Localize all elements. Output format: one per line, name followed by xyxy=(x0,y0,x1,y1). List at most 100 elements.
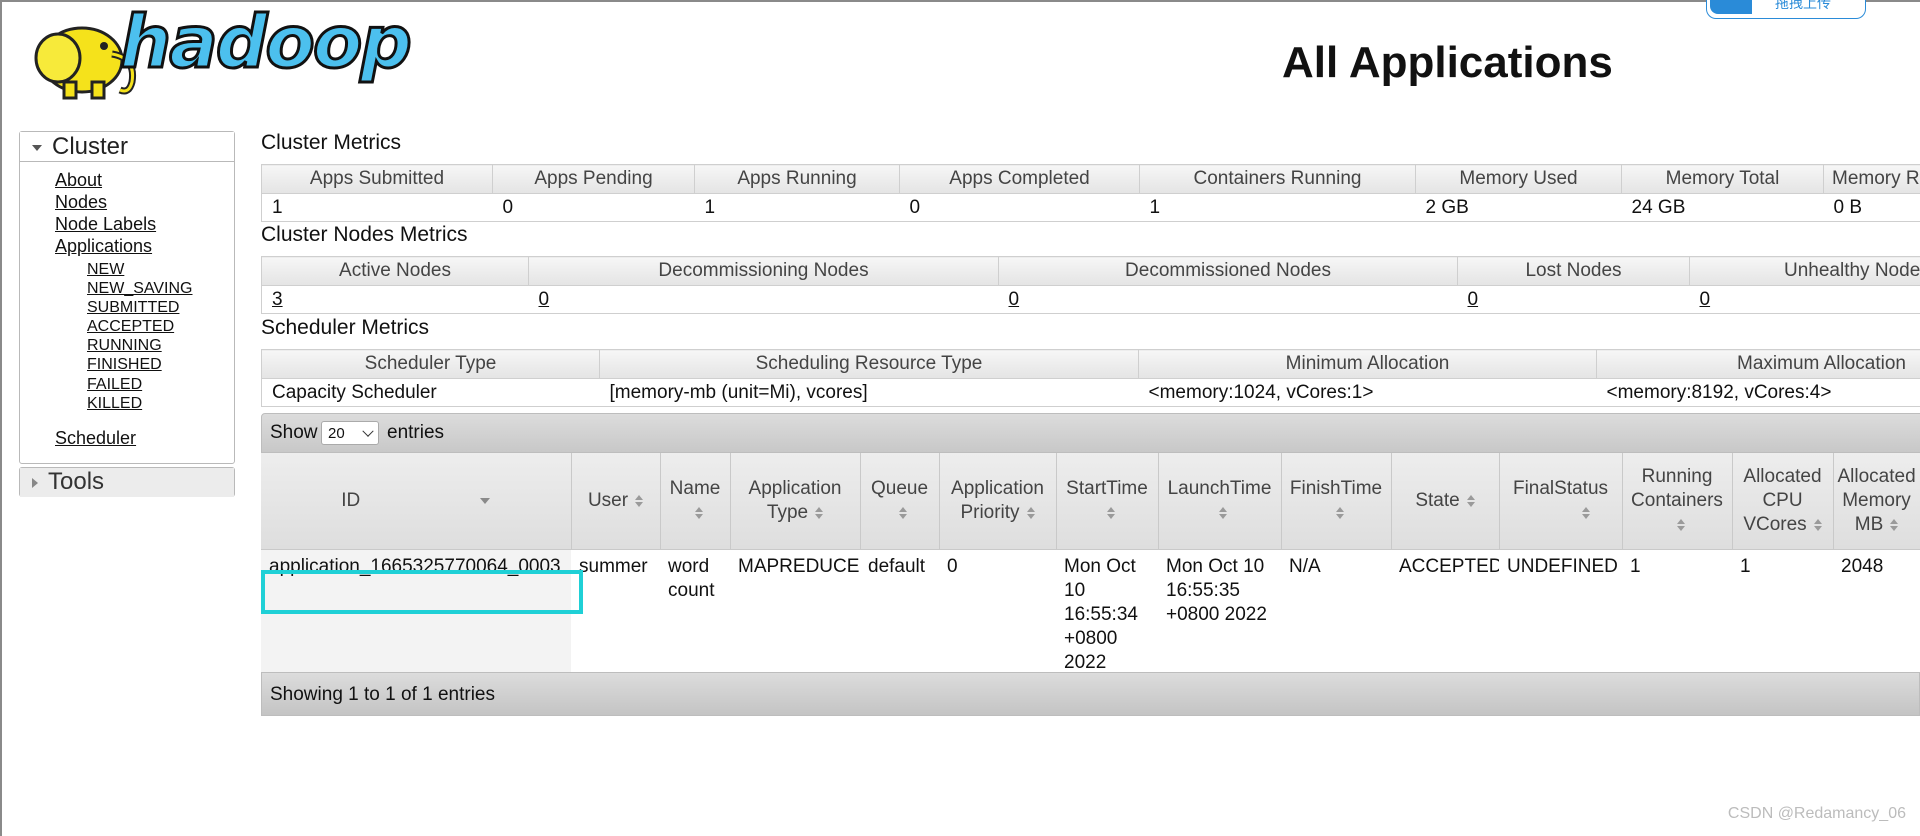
decommissioned-nodes-link[interactable]: 0 xyxy=(1009,289,1020,310)
column-header-name[interactable]: Name xyxy=(660,453,731,550)
column-header-state[interactable]: State xyxy=(1391,453,1500,550)
column-header[interactable]: Memory Total xyxy=(1621,164,1824,194)
column-header[interactable]: Scheduling Resource Type xyxy=(599,349,1139,379)
nav-link-state-new[interactable]: NEW xyxy=(87,261,124,279)
entries-label: entries xyxy=(387,422,445,443)
apps-submitted-value: 1 xyxy=(261,193,493,222)
user-cell: summer xyxy=(579,556,648,577)
column-header-queue[interactable]: Queue xyxy=(860,453,940,550)
active-nodes-cell: 3 xyxy=(261,285,529,314)
column-header-launch-time[interactable]: LaunchTime xyxy=(1158,453,1282,550)
unhealthy-nodes-cell: 0 xyxy=(1689,285,1920,314)
column-header-finish-time[interactable]: FinishTime xyxy=(1281,453,1392,550)
column-header[interactable]: Scheduler Type xyxy=(261,349,600,379)
application-type-cell: MAPREDUCE xyxy=(738,556,860,577)
sort-icon xyxy=(1026,506,1035,520)
sort-icon xyxy=(1218,506,1227,520)
chevron-down-icon xyxy=(362,425,374,437)
column-header-running-containers[interactable]: Running Containers xyxy=(1622,453,1733,550)
page-length-select[interactable]: 20 xyxy=(321,421,379,445)
column-header[interactable]: Decommissioned Nodes xyxy=(998,256,1458,286)
column-header-allocated-vcores[interactable]: Allocated CPU VCores xyxy=(1732,453,1834,550)
lost-nodes-link[interactable]: 0 xyxy=(1468,289,1479,310)
scheduler-metrics-title: Scheduler Metrics xyxy=(261,316,430,339)
column-header[interactable]: Maximum Allocation xyxy=(1596,349,1920,379)
column-header[interactable]: Active Nodes xyxy=(261,256,529,286)
state-cell: ACCEPTED xyxy=(1399,556,1499,577)
sort-icon xyxy=(1581,506,1590,520)
column-header[interactable]: Apps Pending xyxy=(492,164,695,194)
tools-nav-header[interactable]: Tools xyxy=(20,468,234,497)
memory-total-value: 24 GB xyxy=(1621,193,1824,222)
column-header-label: StartTime xyxy=(1066,478,1148,499)
nav-link-state-new-saving[interactable]: NEW_SAVING xyxy=(87,280,193,298)
column-header[interactable]: Lost Nodes xyxy=(1457,256,1690,286)
column-header-label: Name xyxy=(669,478,721,499)
nodes-metrics-table: Active Nodes Decommissioning Nodes Decom… xyxy=(261,256,1920,314)
upload-button[interactable]: 拖拽上传 xyxy=(1706,0,1866,19)
maximum-allocation-value: <memory:8192, vCores:4> xyxy=(1596,378,1920,407)
nav-link-node-labels[interactable]: Node Labels xyxy=(55,214,156,235)
minimum-allocation-value: <memory:1024, vCores:1> xyxy=(1138,378,1597,407)
hadoop-logo[interactable]: hadoop xyxy=(20,5,413,105)
column-header[interactable]: Memory Used xyxy=(1415,164,1622,194)
nav-link-about[interactable]: About xyxy=(55,170,102,191)
nav-link-scheduler[interactable]: Scheduler xyxy=(55,428,136,449)
scheduler-type-value: Capacity Scheduler xyxy=(261,378,600,407)
nav-link-state-finished[interactable]: FINISHED xyxy=(87,356,162,374)
expand-triangle-icon xyxy=(32,477,38,488)
column-header-label: Running Containers xyxy=(1631,466,1723,511)
unhealthy-nodes-link[interactable]: 0 xyxy=(1700,289,1711,310)
column-header-application-priority[interactable]: Application Priority xyxy=(939,453,1057,550)
nodes-metrics-value-row: 3 0 0 0 0 xyxy=(261,285,1920,314)
sort-icon xyxy=(1466,494,1475,508)
sort-icon xyxy=(694,506,703,520)
table-row: application_1665325770064_0003 summer wo… xyxy=(261,549,1920,682)
nav-link-state-submitted[interactable]: SUBMITTED xyxy=(87,299,179,317)
decommissioning-nodes-link[interactable]: 0 xyxy=(539,289,550,310)
column-header[interactable]: Decommissioning Nodes xyxy=(528,256,999,286)
nav-link-applications[interactable]: Applications xyxy=(55,236,152,257)
memory-reserved-value: 0 B xyxy=(1823,193,1920,222)
column-header-final-status[interactable]: FinalStatus xyxy=(1499,453,1623,550)
nav-link-state-failed[interactable]: FAILED xyxy=(87,376,142,394)
logo-wordmark: hadoop xyxy=(119,0,414,84)
column-header-label: ID xyxy=(341,490,361,511)
queue-cell: default xyxy=(868,556,926,577)
tools-nav-title: Tools xyxy=(48,468,105,495)
column-header-label: FinishTime xyxy=(1289,478,1383,499)
column-header[interactable]: Memory Reserved xyxy=(1823,164,1920,194)
column-header[interactable]: Apps Completed xyxy=(899,164,1140,194)
watermark: CSDN @Redamancy_06 xyxy=(1727,805,1906,822)
column-header-start-time[interactable]: StartTime xyxy=(1056,453,1159,550)
cluster-nav-panel: Cluster About Nodes Node Labels Applicat… xyxy=(19,131,235,464)
applications-header-row: ID User Name Application Type Queue Appl… xyxy=(261,453,1920,550)
column-header[interactable]: Apps Submitted xyxy=(261,164,493,194)
start-time-cell: Mon Oct 10 16:55:34 +0800 2022 xyxy=(1064,556,1138,673)
column-header-label: State xyxy=(1415,490,1460,511)
column-header-application-type[interactable]: Application Type xyxy=(730,453,861,550)
nav-link-state-running[interactable]: RUNNING xyxy=(87,337,162,355)
column-header[interactable]: Containers Running xyxy=(1139,164,1416,194)
nav-link-state-accepted[interactable]: ACCEPTED xyxy=(87,318,174,336)
cluster-metrics-title: Cluster Metrics xyxy=(261,131,402,154)
column-header-id[interactable]: ID xyxy=(261,453,572,550)
apps-running-value: 1 xyxy=(694,193,900,222)
tools-nav-panel[interactable]: Tools xyxy=(19,467,235,497)
column-header-label: Allocated CPU VCores xyxy=(1743,466,1822,535)
datatable-info: Showing 1 to 1 of 1 entries xyxy=(261,672,1920,716)
nav-link-state-killed[interactable]: KILLED xyxy=(87,395,142,413)
window-left-border xyxy=(0,0,2,836)
active-nodes-link[interactable]: 3 xyxy=(272,289,283,310)
cluster-nav-header[interactable]: Cluster xyxy=(20,132,234,162)
column-header-user[interactable]: User xyxy=(571,453,661,550)
running-containers-cell: 1 xyxy=(1630,556,1641,577)
application-id-link[interactable]: application_1665325770064_0003 xyxy=(269,556,561,577)
column-header[interactable]: Apps Running xyxy=(694,164,900,194)
column-header-allocated-memory[interactable]: Allocated Memory MB xyxy=(1833,453,1920,550)
nav-link-nodes[interactable]: Nodes xyxy=(55,192,107,213)
final-status-cell: UNDEFINED xyxy=(1507,556,1618,577)
sort-icon xyxy=(1813,518,1822,532)
column-header[interactable]: Unhealthy Nodes xyxy=(1689,256,1920,286)
column-header[interactable]: Minimum Allocation xyxy=(1138,349,1597,379)
